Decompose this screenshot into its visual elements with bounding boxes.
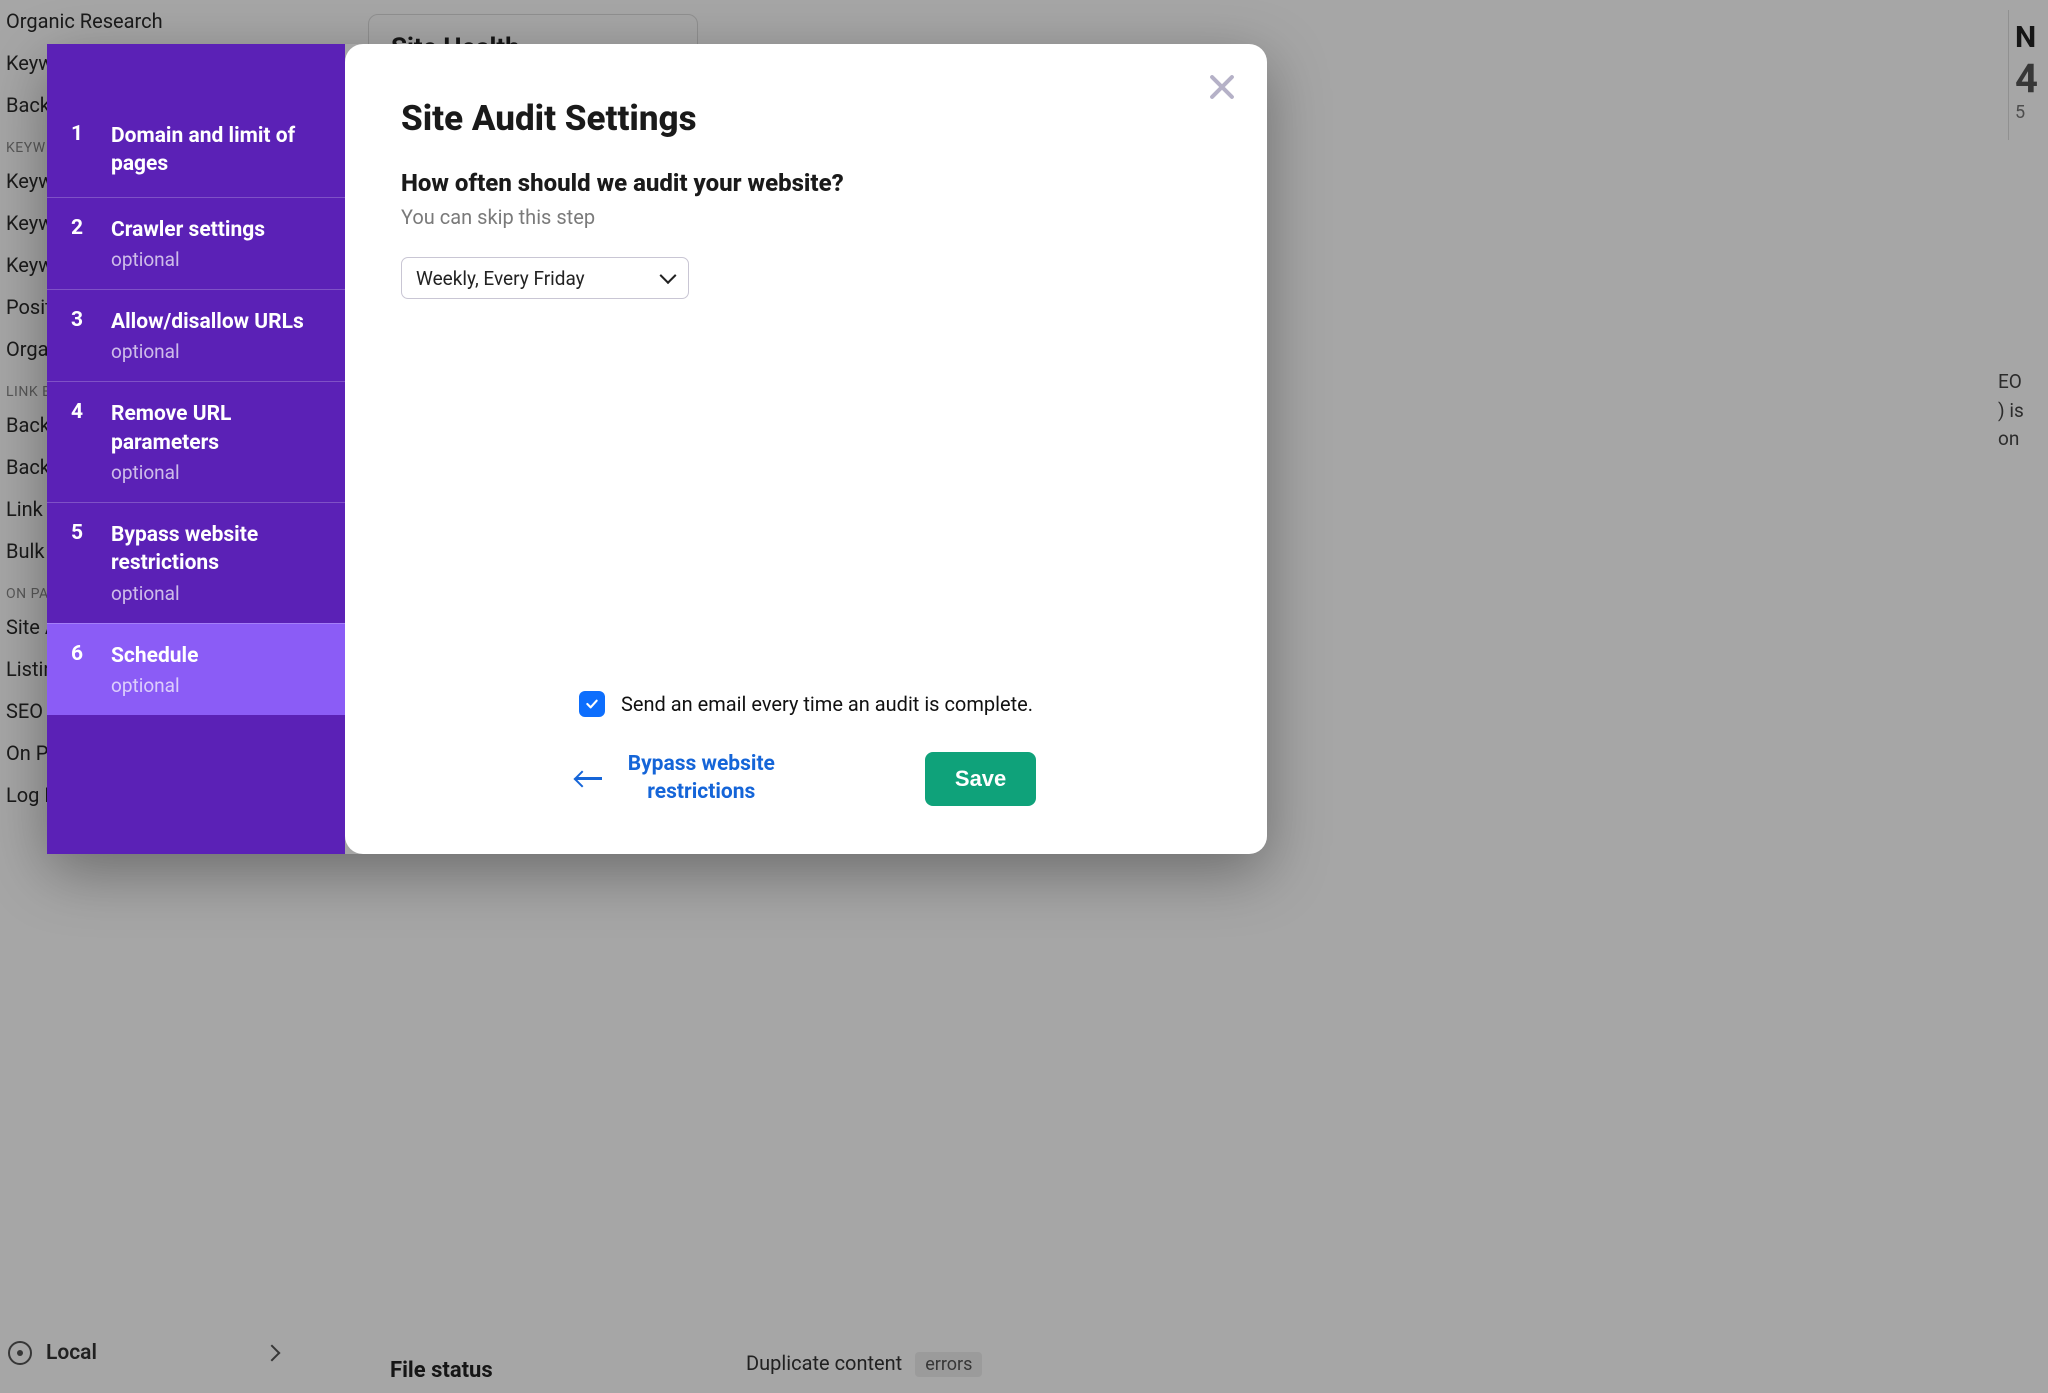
modal-footer: Send an email every time an audit is com… bbox=[401, 691, 1211, 814]
email-notify-row[interactable]: Send an email every time an audit is com… bbox=[401, 691, 1211, 717]
step-crawler-settings[interactable]: 2 Crawler settings optional bbox=[47, 197, 345, 289]
step-remove-url-params[interactable]: 4 Remove URL parameters optional bbox=[47, 381, 345, 502]
step-domain-limit[interactable]: 1 Domain and limit of pages bbox=[47, 104, 345, 197]
email-notify-checkbox[interactable] bbox=[579, 691, 605, 717]
step-number: 3 bbox=[71, 308, 89, 363]
step-label: Bypass website restrictions bbox=[111, 521, 323, 578]
step-optional: optional bbox=[111, 582, 323, 605]
modal-main-panel: Site Audit Settings How often should we … bbox=[345, 44, 1267, 854]
close-icon bbox=[1205, 70, 1239, 104]
close-button[interactable] bbox=[1205, 70, 1239, 104]
site-audit-settings-modal: 1 Domain and limit of pages 2 Crawler se… bbox=[47, 44, 1267, 854]
step-optional: optional bbox=[111, 674, 198, 697]
step-number: 6 bbox=[71, 642, 89, 697]
modal-title: Site Audit Settings bbox=[401, 98, 1211, 139]
schedule-select[interactable]: Weekly, Every Friday bbox=[401, 257, 689, 299]
modal-hint: You can skip this step bbox=[401, 205, 1211, 229]
back-button[interactable]: Bypass website restrictions bbox=[576, 751, 775, 806]
step-schedule[interactable]: 6 Schedule optional bbox=[47, 623, 345, 715]
email-notify-label: Send an email every time an audit is com… bbox=[621, 692, 1033, 716]
chevron-down-icon bbox=[660, 267, 677, 284]
modal-action-row: Bypass website restrictions Save bbox=[401, 751, 1211, 814]
step-optional: optional bbox=[111, 340, 304, 363]
step-number: 1 bbox=[71, 122, 89, 179]
step-label: Remove URL parameters bbox=[111, 400, 323, 457]
modal-steps-sidebar: 1 Domain and limit of pages 2 Crawler se… bbox=[47, 44, 345, 854]
step-optional: optional bbox=[111, 461, 323, 484]
check-icon bbox=[584, 696, 600, 712]
step-label: Allow/disallow URLs bbox=[111, 308, 304, 336]
arrow-left-icon bbox=[576, 777, 602, 780]
step-allow-disallow[interactable]: 3 Allow/disallow URLs optional bbox=[47, 289, 345, 381]
step-number: 5 bbox=[71, 521, 89, 605]
step-optional: optional bbox=[111, 248, 265, 271]
step-label: Schedule bbox=[111, 642, 198, 670]
step-number: 2 bbox=[71, 216, 89, 271]
back-button-label: Bypass website restrictions bbox=[628, 751, 775, 806]
save-button[interactable]: Save bbox=[925, 752, 1036, 806]
step-bypass-restrictions[interactable]: 5 Bypass website restrictions optional bbox=[47, 502, 345, 623]
modal-subtitle: How often should we audit your website? bbox=[401, 169, 1211, 197]
step-label: Domain and limit of pages bbox=[111, 122, 323, 179]
schedule-select-value: Weekly, Every Friday bbox=[416, 267, 585, 290]
step-label: Crawler settings bbox=[111, 216, 265, 244]
step-number: 4 bbox=[71, 400, 89, 484]
